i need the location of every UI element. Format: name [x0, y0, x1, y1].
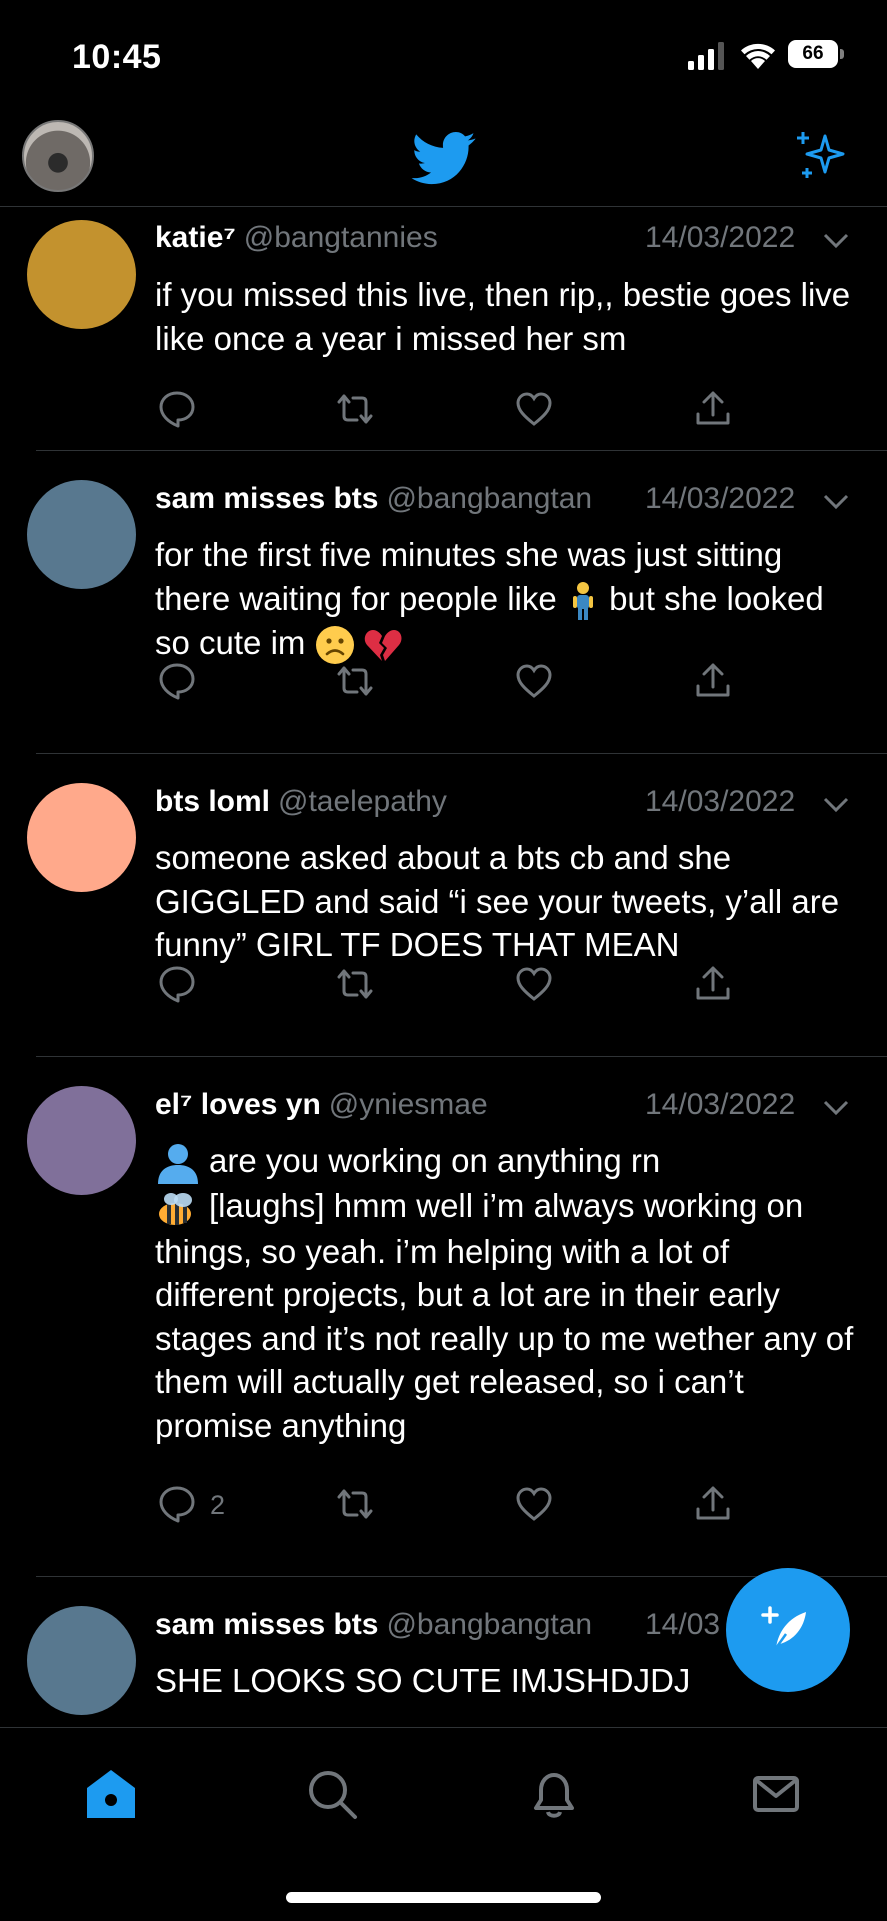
- chevron-down-icon[interactable]: [822, 231, 850, 251]
- heart-icon: [516, 664, 552, 698]
- display-name[interactable]: el⁷ loves yn: [155, 1088, 321, 1121]
- tweet-text-part: [laughs] hmm well i’m always working on …: [155, 1187, 854, 1444]
- display-name[interactable]: sam misses bts: [155, 482, 378, 515]
- share-button[interactable]: [691, 962, 735, 1006]
- share-button[interactable]: [691, 659, 735, 703]
- display-name[interactable]: katie⁷: [155, 221, 236, 254]
- retweet-button[interactable]: [333, 387, 377, 431]
- messages-icon[interactable]: [746, 1764, 806, 1824]
- share-icon: [696, 1486, 730, 1520]
- user-handle[interactable]: @bangbangtan: [386, 1608, 592, 1641]
- reply-button[interactable]: [155, 387, 199, 431]
- tweet-text: are you working on anything rn [laughs] h…: [155, 1139, 855, 1447]
- display-name[interactable]: bts loml: [155, 785, 270, 818]
- heart-icon: [516, 1487, 552, 1521]
- retweet-icon: [337, 1489, 373, 1519]
- tweet-actions: 2: [155, 1482, 755, 1530]
- user-handle[interactable]: @bangtannies: [244, 221, 438, 254]
- retweet-icon: [337, 394, 373, 424]
- heart-icon: [516, 967, 552, 1001]
- tweet-actions: [155, 962, 755, 1010]
- heart-icon: [516, 392, 552, 426]
- chevron-down-icon[interactable]: [822, 492, 850, 512]
- wifi-icon: [741, 43, 775, 69]
- like-button[interactable]: [512, 387, 556, 431]
- reply-button[interactable]: [155, 659, 199, 703]
- tweet[interactable]: katie⁷ @bangtannies 14/03/2022 if you mis…: [0, 207, 887, 451]
- top-header: [0, 110, 887, 207]
- share-button[interactable]: [691, 1482, 735, 1526]
- timeline-feed: katie⁷ @bangtannies 14/03/2022 if you mis…: [0, 207, 887, 1727]
- retweet-icon: [337, 666, 373, 696]
- tweet[interactable]: sam misses bts @bangbangtan 14/03/2022 fo…: [0, 451, 887, 754]
- user-handle[interactable]: @yniesmae: [329, 1088, 488, 1121]
- search-icon[interactable]: [302, 1764, 362, 1824]
- share-button[interactable]: [691, 387, 735, 431]
- tweet[interactable]: el⁷ loves yn @yniesmae 14/03/2022 are you…: [0, 1057, 887, 1577]
- reply-icon: [159, 663, 195, 700]
- battery-indicator: 66: [788, 40, 846, 70]
- tweet-text: if you missed this live, then rip,, best…: [155, 276, 851, 357]
- compose-feather-icon: [761, 1606, 806, 1649]
- reply-button[interactable]: [155, 962, 199, 1006]
- share-icon: [696, 966, 730, 1000]
- reply-icon: [159, 1486, 195, 1523]
- chevron-down-icon[interactable]: [822, 1098, 850, 1118]
- tweet-date: 14/03: [645, 1608, 721, 1641]
- user-avatar[interactable]: [27, 480, 136, 589]
- retweet-button[interactable]: [333, 1482, 377, 1526]
- bee-emoji-icon: [159, 1192, 192, 1225]
- battery-level: 66: [788, 40, 838, 68]
- twitter-bird-icon[interactable]: [411, 132, 477, 186]
- sparkle-icon[interactable]: [793, 128, 849, 184]
- home-icon[interactable]: [81, 1764, 141, 1824]
- retweet-button[interactable]: [333, 962, 377, 1006]
- user-avatar[interactable]: [27, 783, 136, 892]
- like-button[interactable]: [512, 659, 556, 703]
- profile-avatar[interactable]: [22, 120, 94, 192]
- reply-icon: [159, 966, 195, 1003]
- user-avatar[interactable]: [27, 1606, 136, 1715]
- share-icon: [696, 663, 730, 697]
- reply-icon: [159, 391, 195, 428]
- status-time: 10:45: [72, 38, 162, 76]
- like-button[interactable]: [512, 1482, 556, 1526]
- reply-button[interactable]: 2: [155, 1482, 225, 1526]
- tweet[interactable]: bts loml @taelepathy 14/03/2022 someone a…: [0, 754, 887, 1057]
- tweet-text-part: are you working on anything rn: [209, 1142, 661, 1179]
- status-bar: 10:45 66: [0, 0, 887, 110]
- cellular-signal-icon: [688, 42, 724, 70]
- tweet-date: 14/03/2022: [645, 785, 796, 818]
- retweet-button[interactable]: [333, 659, 377, 703]
- retweet-icon: [337, 969, 373, 999]
- display-name[interactable]: sam misses bts: [155, 1608, 378, 1641]
- user-avatar[interactable]: [27, 220, 136, 329]
- tweet-date: 14/03/2022: [645, 1088, 796, 1121]
- share-icon: [696, 391, 730, 425]
- battery-nub: [840, 49, 844, 59]
- notifications-icon[interactable]: [524, 1764, 584, 1824]
- like-button[interactable]: [512, 962, 556, 1006]
- chevron-down-icon[interactable]: [822, 795, 850, 815]
- tweet-actions: [155, 387, 755, 435]
- tweet-text: for the first five minutes she was just …: [155, 533, 855, 665]
- tweet-date: 14/03/2022: [645, 221, 796, 254]
- standing-person-emoji-icon: [572, 581, 593, 620]
- user-avatar[interactable]: [27, 1086, 136, 1195]
- reply-count: 2: [210, 1490, 226, 1520]
- tweet-text: someone asked about a bts cb and she GIG…: [155, 839, 840, 963]
- bust-silhouette-emoji-icon: [158, 1144, 198, 1185]
- user-handle[interactable]: @taelepathy: [278, 785, 447, 818]
- tweet-date: 14/03/2022: [645, 482, 796, 515]
- compose-tweet-button[interactable]: [726, 1568, 850, 1692]
- tweet-actions: [155, 659, 755, 707]
- home-indicator[interactable]: [286, 1892, 601, 1903]
- user-handle[interactable]: @bangbangtan: [386, 482, 592, 515]
